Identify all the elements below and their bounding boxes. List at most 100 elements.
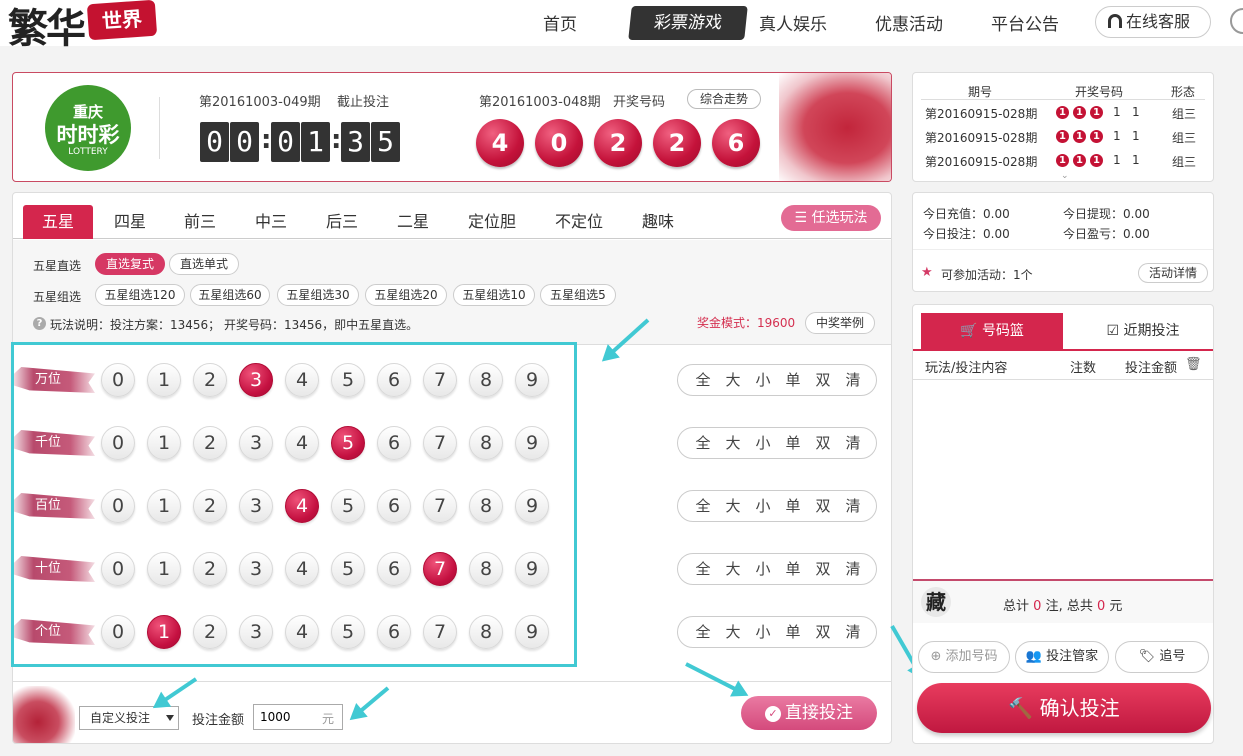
digit-ball[interactable]: 1 — [147, 489, 181, 523]
tab-number-basket[interactable]: 🛒 号码篮 — [921, 313, 1063, 349]
tab-front-three[interactable]: 前三 — [165, 205, 235, 239]
tab-recent-bets[interactable]: ☑ 近期投注 — [1073, 313, 1213, 349]
digit-ball[interactable]: 0 — [101, 363, 135, 397]
quick-pick-button[interactable]: 小 — [748, 428, 778, 458]
digit-ball[interactable]: 3 — [239, 426, 273, 460]
quick-pick-button[interactable]: 单 — [778, 617, 808, 647]
digit-ball[interactable]: 9 — [515, 426, 549, 460]
mode-group-120[interactable]: 五星组选120 — [95, 284, 185, 306]
digit-ball[interactable]: 7 — [423, 363, 457, 397]
quick-pick-button[interactable]: 清 — [838, 554, 868, 584]
tab-middle-three[interactable]: 中三 — [236, 205, 306, 239]
digit-ball[interactable]: 3 — [239, 363, 273, 397]
digit-ball[interactable]: 3 — [239, 552, 273, 586]
digit-ball[interactable]: 3 — [239, 489, 273, 523]
mode-group-20[interactable]: 五星组选20 — [365, 284, 447, 306]
quick-pick-button[interactable]: 双 — [808, 554, 838, 584]
online-service-button[interactable]: 在线客服 — [1095, 6, 1211, 38]
add-number-button[interactable]: ⊕ 添加号码 — [918, 641, 1010, 673]
digit-ball[interactable]: 4 — [285, 363, 319, 397]
direct-bet-button[interactable]: ✓ 直接投注 — [741, 696, 877, 730]
digit-ball[interactable]: 0 — [101, 615, 135, 649]
quick-pick-button[interactable]: 清 — [838, 491, 868, 521]
digit-ball[interactable]: 1 — [147, 363, 181, 397]
site-logo[interactable]: 繁华 — [8, 0, 86, 54]
mode-group-30[interactable]: 五星组选30 — [277, 284, 359, 306]
quick-pick-button[interactable]: 全 — [688, 365, 718, 395]
digit-ball[interactable]: 4 — [285, 489, 319, 523]
quick-pick-button[interactable]: 单 — [778, 554, 808, 584]
digit-ball[interactable]: 8 — [469, 426, 503, 460]
mode-group-5[interactable]: 五星组选5 — [540, 284, 616, 306]
digit-ball[interactable]: 8 — [469, 552, 503, 586]
digit-ball[interactable]: 5 — [331, 363, 365, 397]
mode-group-10[interactable]: 五星组选10 — [453, 284, 535, 306]
digit-ball[interactable]: 1 — [147, 426, 181, 460]
quick-pick-button[interactable]: 全 — [688, 617, 718, 647]
digit-ball[interactable]: 2 — [193, 363, 227, 397]
digit-ball[interactable]: 9 — [515, 363, 549, 397]
digit-ball[interactable]: 6 — [377, 363, 411, 397]
digit-ball[interactable]: 4 — [285, 426, 319, 460]
digit-ball[interactable]: 7 — [423, 489, 457, 523]
quick-pick-button[interactable]: 清 — [838, 617, 868, 647]
quick-pick-button[interactable]: 大 — [718, 491, 748, 521]
activity-details-button[interactable]: 活动详情 — [1138, 263, 1208, 283]
quick-pick-button[interactable]: 清 — [838, 428, 868, 458]
bet-manager-button[interactable]: 👥 投注管家 — [1015, 641, 1109, 673]
quick-pick-button[interactable]: 小 — [748, 491, 778, 521]
digit-ball[interactable]: 6 — [377, 489, 411, 523]
digit-ball[interactable]: 5 — [331, 552, 365, 586]
user-icon[interactable] — [1230, 8, 1243, 34]
quick-pick-button[interactable]: 双 — [808, 617, 838, 647]
quick-pick-button[interactable]: 单 — [778, 491, 808, 521]
digit-ball[interactable]: 1 — [147, 552, 181, 586]
quick-pick-button[interactable]: 小 — [748, 365, 778, 395]
digit-ball[interactable]: 7 — [423, 426, 457, 460]
digit-ball[interactable]: 4 — [285, 615, 319, 649]
digit-ball[interactable]: 8 — [469, 489, 503, 523]
digit-ball[interactable]: 0 — [101, 552, 135, 586]
confirm-bet-button[interactable]: 🔨 确认投注 — [917, 683, 1211, 733]
digit-ball[interactable]: 2 — [193, 426, 227, 460]
tab-any-position[interactable]: 不定位 — [544, 205, 614, 239]
digit-ball[interactable]: 5 — [331, 426, 365, 460]
digit-ball[interactable]: 6 — [377, 426, 411, 460]
quick-pick-button[interactable]: 双 — [808, 491, 838, 521]
digit-ball[interactable]: 0 — [101, 426, 135, 460]
tab-four-star[interactable]: 四星 — [95, 205, 165, 239]
quick-pick-button[interactable]: 大 — [718, 365, 748, 395]
quick-pick-button[interactable]: 清 — [838, 365, 868, 395]
quick-pick-button[interactable]: 全 — [688, 554, 718, 584]
trend-button[interactable]: 综合走势 — [687, 89, 761, 109]
tab-back-three[interactable]: 后三 — [307, 205, 377, 239]
digit-ball[interactable]: 6 — [377, 552, 411, 586]
digit-ball[interactable]: 8 — [469, 363, 503, 397]
digit-ball[interactable]: 2 — [193, 489, 227, 523]
digit-ball[interactable]: 2 — [193, 552, 227, 586]
quick-pick-button[interactable]: 单 — [778, 365, 808, 395]
prize-example-button[interactable]: 中奖举例 — [805, 312, 875, 334]
nav-announcements[interactable]: 平台公告 — [991, 10, 1059, 35]
trash-icon[interactable]: 🗑 — [1185, 357, 1202, 372]
quick-pick-button[interactable]: 大 — [718, 554, 748, 584]
digit-ball[interactable]: 7 — [423, 615, 457, 649]
digit-ball[interactable]: 1 — [147, 615, 181, 649]
quick-pick-button[interactable]: 双 — [808, 428, 838, 458]
digit-ball[interactable]: 5 — [331, 489, 365, 523]
tab-fun[interactable]: 趣味 — [623, 205, 693, 239]
chevron-down-icon[interactable]: ⌄ — [1061, 171, 1069, 181]
digit-ball[interactable]: 8 — [469, 615, 503, 649]
digit-ball[interactable]: 0 — [101, 489, 135, 523]
quick-pick-button[interactable]: 小 — [748, 617, 778, 647]
tab-five-star[interactable]: 五星 — [23, 205, 93, 239]
quick-pick-button[interactable]: 全 — [688, 491, 718, 521]
nav-lottery-games[interactable]: 彩票游戏 — [628, 6, 748, 40]
digit-ball[interactable]: 9 — [515, 552, 549, 586]
quick-pick-button[interactable]: 全 — [688, 428, 718, 458]
chase-number-button[interactable]: 🏷 追号 — [1115, 641, 1209, 673]
nav-home[interactable]: 首页 — [543, 10, 577, 35]
digit-ball[interactable]: 7 — [423, 552, 457, 586]
tab-two-star[interactable]: 二星 — [378, 205, 448, 239]
quick-pick-button[interactable]: 单 — [778, 428, 808, 458]
